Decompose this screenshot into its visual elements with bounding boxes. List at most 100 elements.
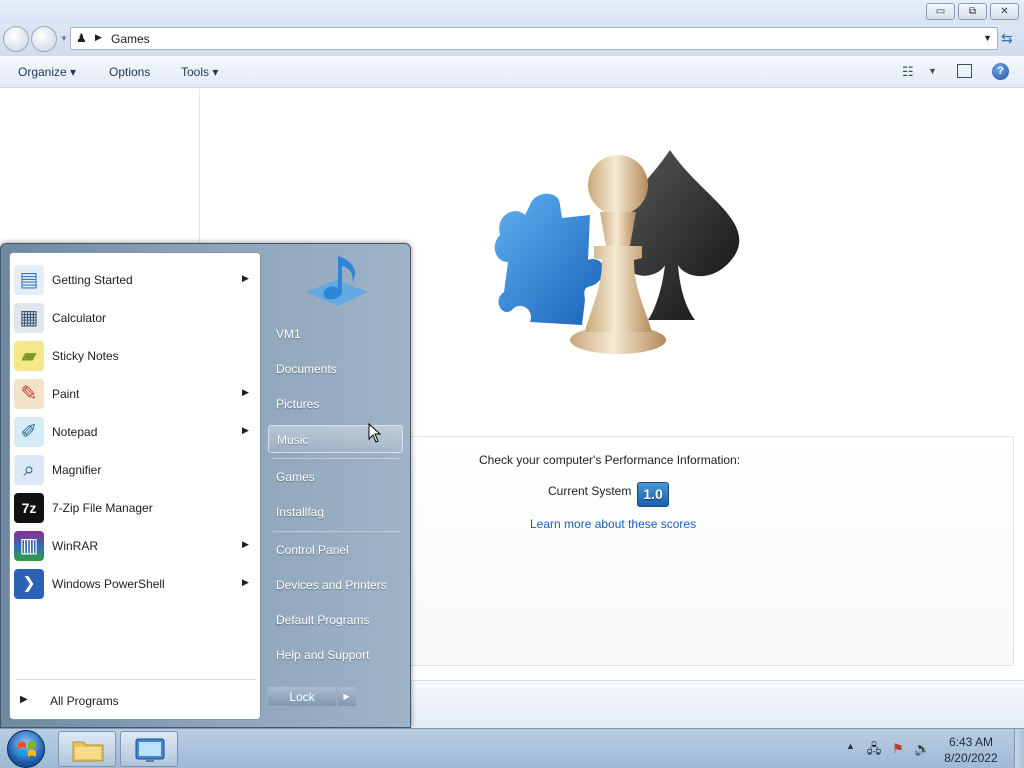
learn-more-link[interactable]: Learn more about these scores <box>530 517 696 531</box>
powershell-icon: ❯ <box>14 569 44 599</box>
places-separator <box>272 458 400 459</box>
submenu-arrow-icon: ▶ <box>242 425 249 435</box>
show-hidden-icons-icon[interactable]: ▲ <box>846 741 855 751</box>
windows-logo-icon <box>18 741 36 757</box>
close-button[interactable]: ✕ <box>990 3 1019 20</box>
start-item-label: Notepad <box>52 425 98 439</box>
start-item-label: Calculator <box>52 311 107 325</box>
system-clock[interactable]: 6:43 AM 8/20/2022 <box>936 734 1006 766</box>
forward-button[interactable] <box>31 26 57 52</box>
mouse-pointer-icon <box>368 423 382 443</box>
start-item-label: Paint <box>52 387 80 401</box>
restore-button[interactable]: ⧉ <box>958 3 987 20</box>
all-programs-button[interactable]: ▶ All Programs <box>10 685 260 717</box>
start-place-games[interactable]: Games <box>268 463 403 491</box>
start-item-winrar[interactable]: ▥ WinRAR ▶ <box>10 527 260 565</box>
games-folder-icon: ♟ <box>76 31 87 45</box>
clock-time: 6:43 AM <box>948 735 994 749</box>
view-dropdown-icon[interactable]: ▼ <box>928 66 937 76</box>
start-place-label: Pictures <box>276 397 320 411</box>
start-place-documents[interactable]: Documents <box>268 355 403 383</box>
all-programs-label: All Programs <box>50 694 119 708</box>
start-place-label: Control Panel <box>276 543 349 557</box>
start-place-label: Devices and Printers <box>276 578 387 592</box>
start-item-magnifier[interactable]: ⌕ Magnifier <box>10 451 260 489</box>
taskbar: ▲ 🖧 ⚑ 🔊 6:43 AM 8/20/2022 <box>0 728 1024 768</box>
start-place-label: Default Programs <box>276 613 370 627</box>
getting-started-icon: ▤ <box>14 265 44 295</box>
start-place-label: Games <box>276 470 315 484</box>
submenu-arrow-icon: ▶ <box>242 577 249 587</box>
start-item-label: Getting Started <box>52 273 133 287</box>
start-place-label: VM1 <box>276 327 301 341</box>
start-place-default-programs[interactable]: Default Programs <box>268 606 403 634</box>
action-center-flag-icon[interactable]: ⚑ <box>890 741 906 757</box>
start-place-devices-printers[interactable]: Devices and Printers <box>268 571 403 599</box>
start-place-installfag[interactable]: Installfag <box>268 498 403 526</box>
start-place-label: Music <box>277 433 309 447</box>
preview-pane-icon[interactable] <box>957 64 972 78</box>
notepad-icon: ✐ <box>14 417 44 447</box>
minimize-button[interactable]: ▭ <box>926 3 955 20</box>
start-item-calculator[interactable]: ▦ Calculator <box>10 299 260 337</box>
submenu-arrow-icon: ▶ <box>242 387 249 397</box>
7zip-icon: 7z <box>14 493 44 523</box>
start-item-sticky-notes[interactable]: ▰ Sticky Notes <box>10 337 260 375</box>
recent-pages-dropdown-icon[interactable]: ▼ <box>60 34 68 43</box>
help-icon[interactable]: ? <box>992 63 1009 80</box>
start-place-label: Installfag <box>276 505 325 519</box>
start-place-control-panel[interactable]: Control Panel <box>268 536 403 564</box>
music-note-icon <box>306 256 368 306</box>
start-place-label: Help and Support <box>276 648 370 662</box>
start-place-label: Documents <box>276 362 337 376</box>
start-item-label: WinRAR <box>52 539 99 553</box>
performance-score-badge[interactable]: 1.0 <box>637 482 669 507</box>
places-separator <box>272 531 400 532</box>
start-item-label: Magnifier <box>52 463 102 477</box>
pawn-head <box>588 155 648 215</box>
options-menu[interactable]: Options <box>109 65 150 79</box>
start-item-notepad[interactable]: ✐ Notepad ▶ <box>10 413 260 451</box>
start-item-label: 7-Zip File Manager <box>52 501 153 515</box>
address-text[interactable]: Games <box>111 32 150 46</box>
paint-icon: ✎ <box>14 379 44 409</box>
lock-label: Lock <box>289 690 315 704</box>
lock-button[interactable]: Lock ▶ <box>267 686 357 707</box>
start-menu-programs-pane: ▤ Getting Started ▶ ▦ Calculator ▰ Stick… <box>9 252 261 720</box>
programs-divider <box>16 679 256 680</box>
start-item-label: Windows PowerShell <box>52 577 165 591</box>
folder-icon <box>72 741 104 762</box>
performance-heading: Check your computer's Performance Inform… <box>479 453 741 467</box>
start-place-pictures[interactable]: Pictures <box>268 390 403 418</box>
all-programs-arrow-icon: ▶ <box>20 694 28 705</box>
start-place-music[interactable]: Music <box>268 425 403 453</box>
start-item-paint[interactable]: ✎ Paint ▶ <box>10 375 260 413</box>
control-panel-icon <box>135 738 165 762</box>
shutdown-options-arrow-icon[interactable]: ▶ <box>336 687 356 706</box>
start-place-vm1[interactable]: VM1 <box>268 320 403 348</box>
taskbar-control-panel-button[interactable] <box>120 731 178 767</box>
back-button[interactable] <box>3 26 29 52</box>
start-button[interactable] <box>7 730 45 768</box>
performance-panel <box>408 436 1014 666</box>
start-item-7zip[interactable]: 7z 7-Zip File Manager <box>10 489 260 527</box>
calculator-icon: ▦ <box>14 303 44 333</box>
start-item-getting-started[interactable]: ▤ Getting Started ▶ <box>10 261 260 299</box>
taskbar-explorer-button[interactable] <box>58 731 116 767</box>
show-desktop-button[interactable] <box>1014 729 1024 768</box>
change-view-icon[interactable]: ☷ <box>902 64 914 80</box>
command-bar: Organize ▾ Options Tools ▾ ☷ ▼ ? <box>0 56 1024 88</box>
navigation-bar: ▼ ♟ ▶ Games ▼ ⇆ <box>0 24 1024 56</box>
submenu-arrow-icon: ▶ <box>242 539 249 549</box>
network-icon[interactable]: 🖧 <box>866 741 882 757</box>
start-item-powershell[interactable]: ❯ Windows PowerShell ▶ <box>10 565 260 603</box>
refresh-icon[interactable]: ⇆ <box>1001 30 1013 47</box>
breadcrumb-chevron-icon[interactable]: ▶ <box>95 32 102 43</box>
start-place-help-support[interactable]: Help and Support <box>268 641 403 669</box>
tools-menu[interactable]: Tools ▾ <box>181 65 218 79</box>
submenu-arrow-icon: ▶ <box>242 273 249 283</box>
address-dropdown-icon[interactable]: ▼ <box>983 33 992 43</box>
address-bar[interactable]: ♟ ▶ Games ▼ <box>70 27 998 50</box>
volume-icon[interactable]: 🔊 <box>914 741 930 757</box>
organize-menu[interactable]: Organize ▾ <box>18 65 76 79</box>
